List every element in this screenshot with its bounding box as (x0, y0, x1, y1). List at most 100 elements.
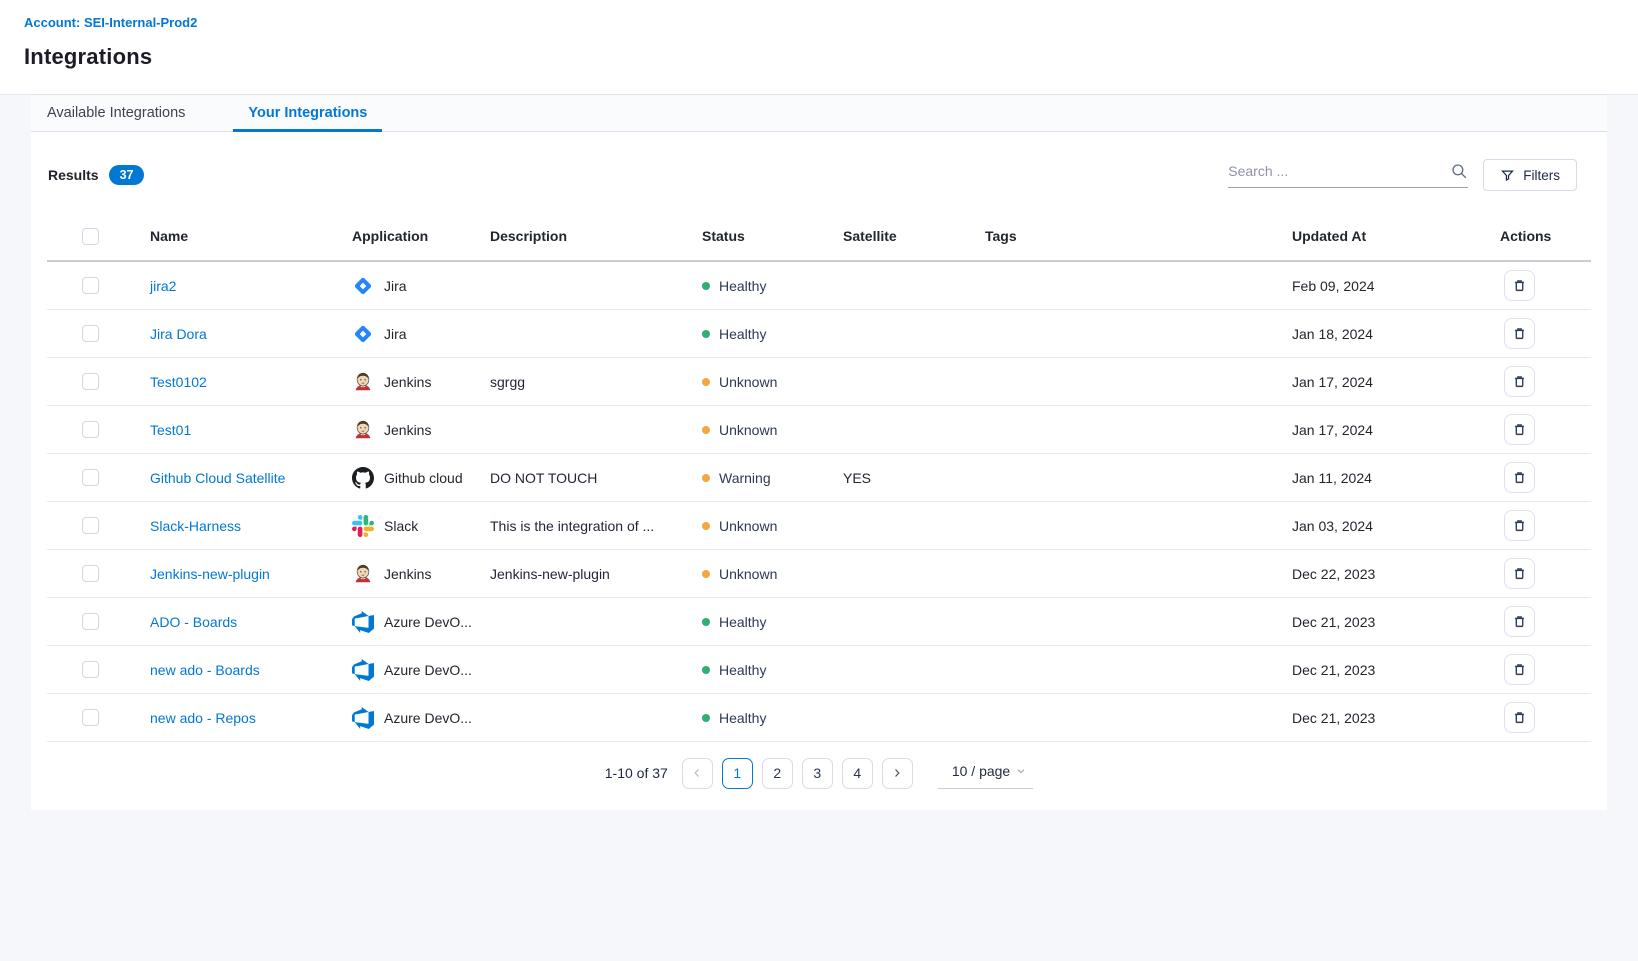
status-label: Unknown (719, 422, 777, 438)
table-row: Slack-Harness Slack This is the integrat… (47, 502, 1591, 550)
delete-integration-button[interactable] (1504, 606, 1535, 637)
row-checkbox[interactable] (82, 373, 99, 390)
tab-your-integrations[interactable]: Your Integrations (233, 95, 382, 131)
integration-name-link[interactable]: Test0102 (150, 374, 207, 390)
column-header-satellite: Satellite (843, 228, 985, 244)
trash-icon (1512, 518, 1527, 533)
trash-icon (1512, 326, 1527, 341)
application-name: Github cloud (384, 470, 463, 486)
table-header-row: Name Application Description Status Sate… (47, 212, 1591, 262)
integration-name-link[interactable]: Test01 (150, 422, 191, 438)
status-dot-icon (702, 618, 710, 626)
row-checkbox[interactable] (82, 565, 99, 582)
row-checkbox[interactable] (82, 661, 99, 678)
integration-name-link[interactable]: new ado - Repos (150, 710, 256, 726)
page-button-2[interactable]: 2 (762, 758, 793, 789)
page-header: Account: SEI-Internal-Prod2 Integrations (0, 0, 1638, 95)
application-cell: Azure DevO... (352, 659, 490, 681)
page-button-3[interactable]: 3 (802, 758, 833, 789)
chevron-right-icon (890, 766, 904, 780)
search-field (1228, 162, 1468, 188)
status-cell: Unknown (702, 422, 843, 438)
delete-integration-button[interactable] (1504, 462, 1535, 493)
github-logo-icon (352, 467, 374, 489)
status-cell: Healthy (702, 278, 843, 294)
integration-name-link[interactable]: Jira Dora (150, 326, 207, 342)
chevron-down-icon (1015, 765, 1027, 777)
row-checkbox[interactable] (82, 469, 99, 486)
status-dot-icon (702, 522, 710, 530)
account-breadcrumb-link[interactable]: Account: SEI-Internal-Prod2 (24, 15, 197, 30)
table-row: Github Cloud Satellite Github cloud DO N… (47, 454, 1591, 502)
select-all-checkbox[interactable] (82, 228, 99, 245)
azure-devops-logo-icon (352, 707, 374, 729)
application-name: Jenkins (384, 422, 431, 438)
table-row: new ado - Boards Azure DevO... Healthy D… (47, 646, 1591, 694)
status-dot-icon (702, 330, 710, 338)
status-cell: Healthy (702, 662, 843, 678)
filters-button[interactable]: Filters (1483, 159, 1577, 191)
delete-integration-button[interactable] (1504, 366, 1535, 397)
table-row: Test0102 Jenkins sgrgg Unknown Jan 17, 2… (47, 358, 1591, 406)
status-dot-icon (702, 666, 710, 674)
tab-available-integrations[interactable]: Available Integrations (32, 95, 200, 131)
search-icon (1450, 162, 1468, 180)
page-size-select[interactable]: 10 / page (938, 757, 1033, 789)
status-label: Unknown (719, 566, 777, 582)
status-dot-icon (702, 378, 710, 386)
application-cell: Jenkins (352, 419, 490, 441)
delete-integration-button[interactable] (1504, 270, 1535, 301)
application-cell: Jenkins (352, 563, 490, 585)
application-name: Azure DevO... (384, 662, 472, 678)
application-cell: Azure DevO... (352, 611, 490, 633)
trash-icon (1512, 662, 1527, 677)
next-page-button[interactable] (882, 758, 913, 789)
row-checkbox[interactable] (82, 277, 99, 294)
row-checkbox[interactable] (82, 613, 99, 630)
delete-integration-button[interactable] (1504, 510, 1535, 541)
integration-name-link[interactable]: ADO - Boards (150, 614, 237, 630)
column-header-actions: Actions (1500, 228, 1591, 244)
row-checkbox[interactable] (82, 709, 99, 726)
status-dot-icon (702, 474, 710, 482)
previous-page-button[interactable] (682, 758, 713, 789)
row-checkbox[interactable] (82, 325, 99, 342)
azure-devops-logo-icon (352, 659, 374, 681)
application-cell: Github cloud (352, 467, 490, 489)
integration-name-link[interactable]: Github Cloud Satellite (150, 470, 285, 486)
application-cell: Jira (352, 323, 490, 345)
delete-integration-button[interactable] (1504, 414, 1535, 445)
status-cell: Healthy (702, 710, 843, 726)
application-cell: Jenkins (352, 371, 490, 393)
row-checkbox[interactable] (82, 421, 99, 438)
page-button-4[interactable]: 4 (842, 758, 873, 789)
application-name: Azure DevO... (384, 710, 472, 726)
status-dot-icon (702, 570, 710, 578)
page-button-1[interactable]: 1 (722, 758, 753, 789)
application-name: Jira (384, 326, 407, 342)
status-label: Warning (719, 470, 771, 486)
row-checkbox[interactable] (82, 517, 99, 534)
integration-name-link[interactable]: jira2 (150, 278, 176, 294)
application-name: Jenkins (384, 374, 431, 390)
table-row: jira2 Jira Healthy Feb 09, 2024 (47, 262, 1591, 310)
azure-devops-logo-icon (352, 611, 374, 633)
status-dot-icon (702, 282, 710, 290)
integration-name-link[interactable]: Slack-Harness (150, 518, 241, 534)
status-label: Unknown (719, 374, 777, 390)
delete-integration-button[interactable] (1504, 558, 1535, 589)
satellite-cell: YES (843, 470, 985, 486)
integration-name-link[interactable]: new ado - Boards (150, 662, 260, 678)
tab-bar: Available Integrations Your Integrations (31, 95, 1607, 132)
status-cell: Unknown (702, 374, 843, 390)
updated-at-cell: Jan 11, 2024 (1292, 470, 1500, 486)
updated-at-cell: Jan 17, 2024 (1292, 422, 1500, 438)
column-header-description: Description (490, 228, 702, 244)
search-input[interactable] (1228, 163, 1450, 179)
jenkins-logo-icon (352, 563, 374, 585)
delete-integration-button[interactable] (1504, 654, 1535, 685)
updated-at-cell: Feb 09, 2024 (1292, 278, 1500, 294)
delete-integration-button[interactable] (1504, 318, 1535, 349)
delete-integration-button[interactable] (1504, 702, 1535, 733)
integration-name-link[interactable]: Jenkins-new-plugin (150, 566, 270, 582)
